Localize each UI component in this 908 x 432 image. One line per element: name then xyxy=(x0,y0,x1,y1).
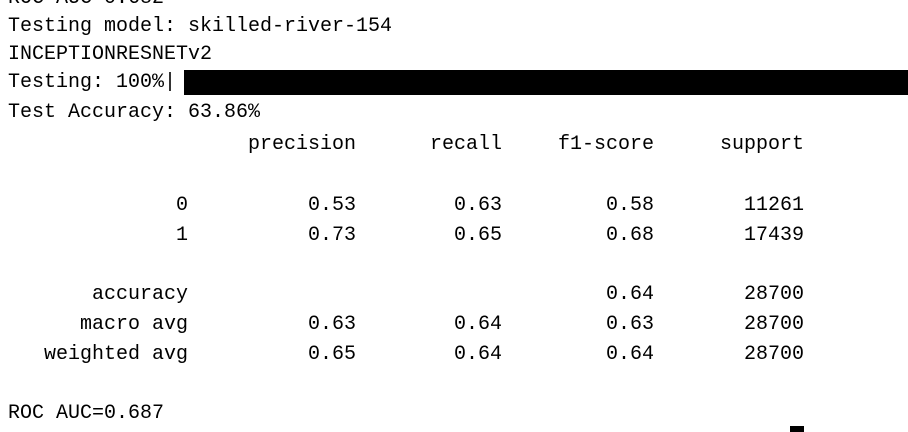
progress-label: Testing: 100%| xyxy=(8,71,177,94)
row-support: 28700 xyxy=(743,313,804,336)
terminal-cursor xyxy=(790,426,804,432)
row-f1-score: 0.63 xyxy=(605,313,654,336)
row-precision xyxy=(200,281,356,309)
header-support: support xyxy=(719,133,804,156)
row-support: 17439 xyxy=(743,224,804,247)
progress-line: Testing: 100%| xyxy=(8,69,908,97)
row-label: accuracy xyxy=(91,283,188,306)
row-label: 0 xyxy=(175,194,188,217)
row-precision: 0.53 xyxy=(307,194,356,217)
row-f1-score: 0.68 xyxy=(605,224,654,247)
header-f1-score: f1-score xyxy=(557,133,654,156)
testing-model-line: Testing model: skilled-river-154 xyxy=(8,15,393,38)
row-precision: 0.63 xyxy=(307,313,356,336)
row-recall: 0.65 xyxy=(453,224,502,247)
row-f1-score: 0.64 xyxy=(605,283,654,306)
row-f1-score: 0.64 xyxy=(605,343,654,366)
header-recall: recall xyxy=(429,133,502,156)
row-precision: 0.73 xyxy=(307,224,356,247)
row-support: 28700 xyxy=(743,343,804,366)
row-label: weighted avg xyxy=(43,343,188,366)
test-accuracy-line: Test Accuracy: 63.86% xyxy=(8,101,261,124)
row-label: macro avg xyxy=(79,313,188,336)
row-recall: 0.64 xyxy=(453,313,502,336)
clipped-roc-line: ROC AUC=0.682 xyxy=(8,0,164,13)
row-recall xyxy=(400,281,502,309)
progress-bar xyxy=(184,70,908,95)
architecture-line: INCEPTIONRESNETv2 xyxy=(8,43,213,66)
row-support: 11261 xyxy=(743,194,804,217)
header-precision: precision xyxy=(247,133,356,156)
roc-auc-line: ROC AUC=0.687 xyxy=(8,402,165,425)
row-precision: 0.65 xyxy=(307,343,356,366)
row-support: 28700 xyxy=(743,283,804,306)
row-label: 1 xyxy=(175,224,188,247)
row-f1-score: 0.58 xyxy=(605,194,654,217)
row-recall: 0.64 xyxy=(453,343,502,366)
row-recall: 0.63 xyxy=(453,194,502,217)
